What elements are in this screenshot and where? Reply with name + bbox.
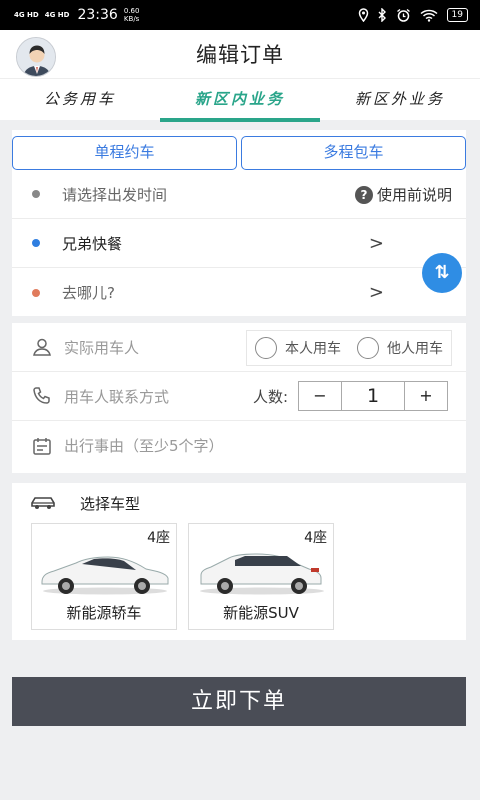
departure-time-row[interactable]: 请选择出发时间 ? 使用前说明	[12, 170, 466, 219]
alarm-icon	[396, 8, 410, 22]
swap-locations-button[interactable]: ⇅	[422, 253, 462, 293]
vehicle-card: 选择车型 4座 新能源轿车 4座 新能源SUV	[12, 483, 466, 640]
wifi-icon	[420, 9, 438, 22]
calendar-icon	[33, 437, 51, 455]
radio-other-label: 他人用车	[387, 341, 443, 357]
radio-self[interactable]: 本人用车	[255, 337, 341, 359]
decrement-button[interactable]: −	[299, 382, 341, 410]
departure-time-placeholder: 请选择出发时间	[62, 185, 168, 204]
multi-trip-button[interactable]: 多程包车	[241, 136, 466, 170]
phone-icon	[33, 387, 50, 404]
headcount-stepper: − 1 +	[298, 381, 448, 411]
passenger-placeholder: 实际用车人	[64, 338, 140, 357]
origin-row[interactable]: 兄弟快餐 >	[12, 219, 466, 268]
single-trip-button[interactable]: 单程约车	[12, 136, 237, 170]
page-title: 编辑订单	[196, 43, 284, 67]
passenger-card: 实际用车人 本人用车 他人用车 用车人联系方式 人数: − 1 + 出行事由（至…	[12, 323, 466, 473]
avatar[interactable]	[16, 37, 56, 77]
tab-official-car[interactable]: 公务用车	[0, 79, 160, 120]
clock-dot-icon	[32, 190, 40, 198]
network-speed: 0.60 KB/s	[124, 7, 140, 23]
contact-placeholder: 用车人联系方式	[64, 387, 170, 406]
clock: 23:36	[77, 7, 118, 23]
increment-button[interactable]: +	[405, 382, 447, 410]
radio-self-label: 本人用车	[285, 341, 341, 357]
destination-placeholder: 去哪儿?	[62, 284, 115, 302]
person-icon	[33, 338, 51, 356]
passenger-type-group: 本人用车 他人用车	[246, 330, 452, 366]
network-speed-unit: KB/s	[123, 15, 140, 23]
help-icon: ?	[354, 185, 373, 204]
tab-in-district[interactable]: 新区内业务	[160, 79, 320, 122]
usage-help-label: 使用前说明	[376, 186, 452, 204]
tab-out-district[interactable]: 新区外业务	[320, 79, 480, 120]
chevron-right-icon: >	[368, 232, 384, 254]
reason-placeholder: 出行事由（至少5个字）	[64, 437, 224, 455]
radio-other[interactable]: 他人用车	[357, 337, 443, 359]
network-speed-value: 0.60	[123, 7, 140, 15]
vehicle-option-sedan[interactable]: 4座 新能源轿车	[31, 523, 177, 630]
car-icon	[31, 497, 55, 509]
status-bar: 4G HD 4G HD 23:36 0.60 KB/s 19	[0, 0, 480, 30]
user-avatar-icon	[17, 38, 55, 76]
trip-card: 单程约车 多程包车 请选择出发时间 ? 使用前说明 兄弟快餐 > 去哪儿? >	[12, 130, 466, 316]
destination-row[interactable]: 去哪儿? >	[12, 268, 466, 317]
destination-dot-icon	[32, 288, 40, 297]
headcount-value[interactable]: 1	[341, 382, 405, 410]
suv-image	[200, 553, 324, 595]
reason-row[interactable]: 出行事由（至少5个字）	[12, 421, 466, 470]
radio-circle-icon	[255, 337, 277, 359]
battery-indicator: 19	[446, 8, 468, 22]
trip-type-selector: 单程约车 多程包车	[12, 130, 466, 170]
signal-indicator-1: 4G HD	[14, 10, 39, 19]
origin-value: 兄弟快餐	[62, 234, 123, 253]
app-header: 编辑订单	[0, 30, 480, 78]
vehicle-type-title: 选择车型	[80, 494, 141, 513]
vehicle-name: 新能源SUV	[223, 604, 299, 622]
origin-dot-icon	[32, 239, 40, 247]
contact-row[interactable]: 用车人联系方式 人数: − 1 +	[12, 372, 466, 421]
signal-indicator-2: 4G HD	[44, 10, 70, 19]
vehicle-options: 4座 新能源轿车 4座 新能源SUV	[12, 523, 466, 630]
business-tabs: 公务用车 新区内业务 新区外业务	[0, 78, 480, 122]
sedan-image	[41, 556, 169, 595]
location-icon	[358, 8, 368, 22]
bluetooth-icon	[378, 8, 386, 22]
passenger-row[interactable]: 实际用车人 本人用车 他人用车	[12, 323, 466, 372]
vehicle-option-suv[interactable]: 4座 新能源SUV	[188, 523, 334, 630]
chevron-right-icon: >	[368, 282, 384, 303]
headcount-label: 人数:	[252, 387, 288, 406]
submit-order-button[interactable]: 立即下单	[12, 677, 466, 726]
vehicle-type-header: 选择车型	[12, 483, 466, 523]
vehicle-name: 新能源轿车	[66, 604, 142, 622]
usage-help-link[interactable]: ? 使用前说明	[354, 170, 452, 219]
radio-circle-icon	[357, 337, 379, 359]
